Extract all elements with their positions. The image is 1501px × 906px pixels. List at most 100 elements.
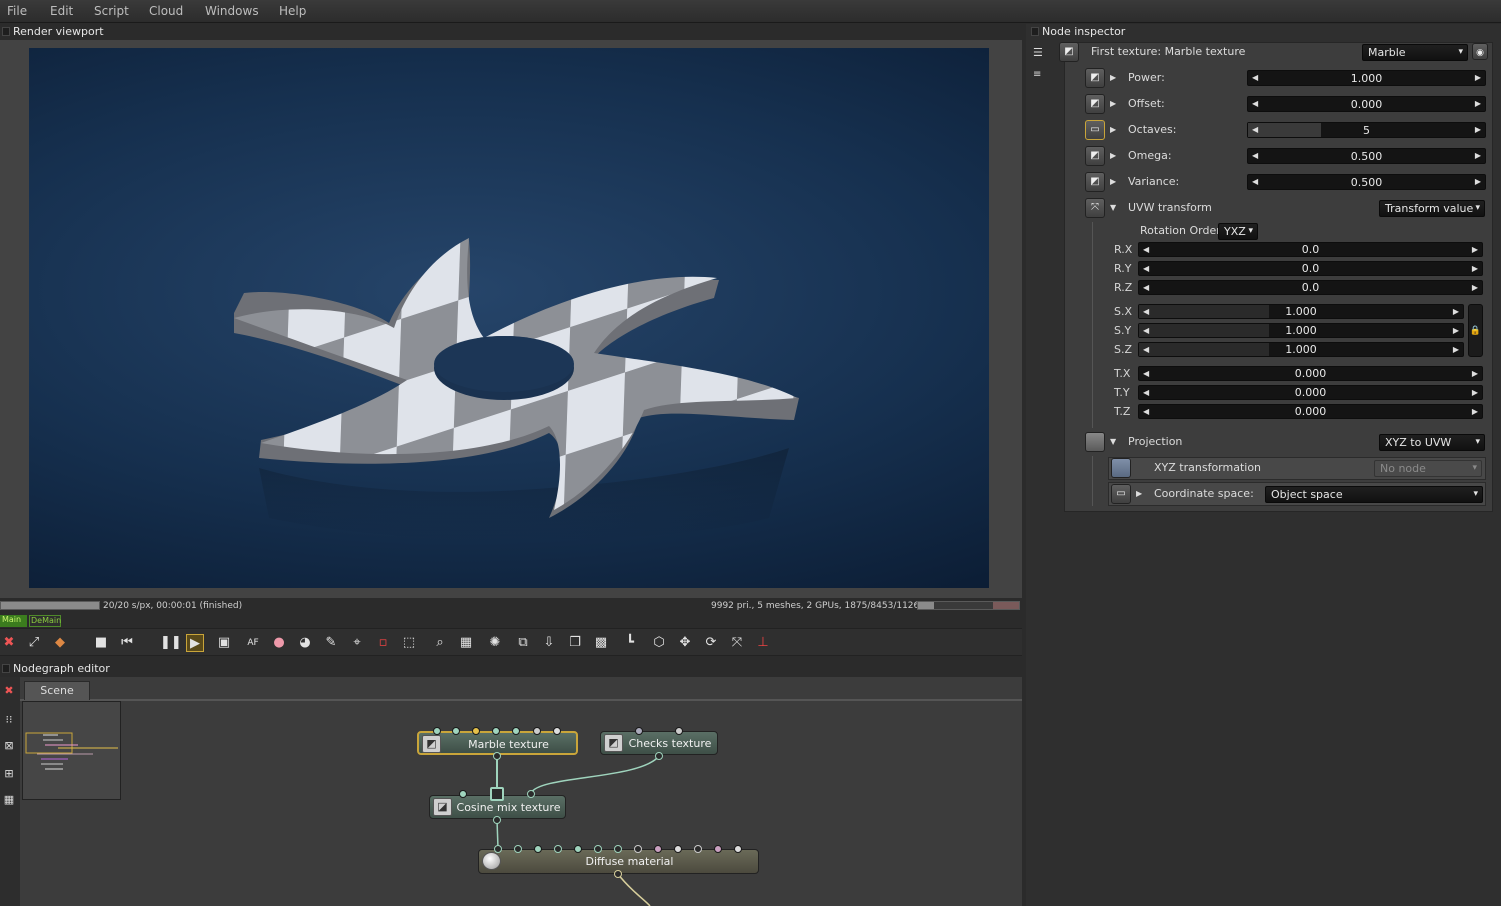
slider-value: 0.0 <box>1301 243 1320 256</box>
sx-label: S.X <box>1114 305 1133 318</box>
increment-icon[interactable]: ▶ <box>1472 388 1478 397</box>
input-pin[interactable] <box>554 845 562 853</box>
increment-icon[interactable]: ▶ <box>1475 177 1481 186</box>
dropdown-value: Object space <box>1271 488 1343 501</box>
input-pin[interactable] <box>654 845 662 853</box>
param-int-icon[interactable]: ▭ <box>1085 120 1105 140</box>
increment-icon[interactable]: ▶ <box>1453 345 1459 354</box>
collapse-icon[interactable]: ▼ <box>1110 203 1116 212</box>
input-pin[interactable] <box>492 727 500 735</box>
tx-slider[interactable]: ◀ 0.000 ▶ <box>1138 366 1483 381</box>
param-texture-icon[interactable]: ◩ <box>1085 146 1105 166</box>
eye-icon[interactable]: ◉ <box>1472 43 1488 60</box>
xyz-transformation-dropdown[interactable]: No node ▾ <box>1374 460 1482 477</box>
increment-icon[interactable]: ▶ <box>1475 99 1481 108</box>
texture-icon[interactable]: ◩ <box>1059 42 1079 62</box>
uvw-transform-dropdown[interactable]: Transform value ▾ <box>1379 200 1485 217</box>
expand-icon[interactable]: ▶ <box>1110 73 1116 82</box>
input-pin[interactable] <box>635 727 643 735</box>
collapse-icon[interactable]: ▼ <box>1110 437 1116 446</box>
rz-slider[interactable]: ◀ 0.0 ▶ <box>1138 280 1483 295</box>
input-pin[interactable] <box>675 727 683 735</box>
rotation-order-dropdown[interactable]: YXZ ▾ <box>1218 223 1258 240</box>
expand-icon[interactable]: ▶ <box>1110 99 1116 108</box>
slider-value: 1.000 <box>1285 305 1317 318</box>
sy-label: S.Y <box>1114 324 1132 337</box>
octaves-slider[interactable]: ◀ 5 ▶ <box>1247 122 1486 138</box>
ty-label: T.Y <box>1114 386 1130 399</box>
dropdown-value: No node <box>1380 462 1426 475</box>
omega-slider[interactable]: ◀ 0.500 ▶ <box>1247 148 1486 164</box>
projection-icon[interactable] <box>1085 432 1105 452</box>
increment-icon[interactable]: ▶ <box>1453 326 1459 335</box>
input-pin[interactable] <box>512 727 520 735</box>
input-pin[interactable] <box>574 845 582 853</box>
input-pin[interactable] <box>674 845 682 853</box>
sz-slider[interactable]: ◀ 1.000 ▶ <box>1138 342 1464 357</box>
input-pin[interactable] <box>433 727 441 735</box>
increment-icon[interactable]: ▶ <box>1475 73 1481 82</box>
transform-icon[interactable]: ⤧ <box>1085 198 1105 218</box>
param-texture-icon[interactable]: ◩ <box>1085 172 1105 192</box>
output-pin[interactable] <box>655 752 663 760</box>
texture-type-dropdown[interactable]: Marble ▾ <box>1362 44 1468 61</box>
output-pin[interactable] <box>493 816 501 824</box>
group-divider <box>1092 222 1093 428</box>
list-icon[interactable]: ≡ <box>1033 69 1041 80</box>
offset-slider[interactable]: ◀ 0.000 ▶ <box>1247 96 1486 112</box>
expand-icon[interactable]: ▶ <box>1110 177 1116 186</box>
increment-icon[interactable]: ▶ <box>1472 369 1478 378</box>
param-variance-label: Variance: <box>1128 175 1180 188</box>
lock-icon[interactable]: 🔒 <box>1468 304 1483 357</box>
increment-icon[interactable]: ▶ <box>1472 283 1478 292</box>
input-pin[interactable] <box>452 727 460 735</box>
param-omega-label: Omega: <box>1128 149 1172 162</box>
input-pin[interactable] <box>553 727 561 735</box>
rx-slider[interactable]: ◀ 0.0 ▶ <box>1138 242 1483 257</box>
sy-slider[interactable]: ◀ 1.000 ▶ <box>1138 323 1464 338</box>
input-pin-selected[interactable] <box>490 787 504 801</box>
param-texture-icon[interactable]: ◩ <box>1085 94 1105 114</box>
input-pin[interactable] <box>634 845 642 853</box>
input-pin[interactable] <box>614 845 622 853</box>
transform-node-icon[interactable] <box>1111 458 1131 478</box>
increment-icon[interactable]: ▶ <box>1472 245 1478 254</box>
increment-icon[interactable]: ▶ <box>1475 125 1481 134</box>
param-texture-icon[interactable]: ◩ <box>1085 68 1105 88</box>
input-pin[interactable] <box>494 845 502 853</box>
input-pin[interactable] <box>714 845 722 853</box>
input-pin[interactable] <box>533 727 541 735</box>
expand-icon[interactable]: ▶ <box>1110 151 1116 160</box>
expand-icon[interactable]: ▶ <box>1110 125 1116 134</box>
chevron-down-icon: ▾ <box>1475 203 1480 213</box>
stack-icon[interactable]: ☰ <box>1033 46 1043 59</box>
input-pin[interactable] <box>472 727 480 735</box>
sx-slider[interactable]: ◀ 1.000 ▶ <box>1138 304 1464 319</box>
increment-icon[interactable]: ▶ <box>1472 264 1478 273</box>
increment-icon[interactable]: ▶ <box>1453 307 1459 316</box>
panel-toggle[interactable] <box>1031 27 1039 36</box>
input-pin[interactable] <box>459 790 467 798</box>
param-int-icon[interactable]: ▭ <box>1111 484 1131 504</box>
slider-value: 0.000 <box>1350 98 1383 111</box>
expand-icon[interactable]: ▶ <box>1136 489 1142 498</box>
output-pin[interactable] <box>614 870 622 878</box>
input-pin[interactable] <box>534 845 542 853</box>
tz-slider[interactable]: ◀ 0.000 ▶ <box>1138 404 1483 419</box>
input-pin[interactable] <box>514 845 522 853</box>
ty-slider[interactable]: ◀ 0.000 ▶ <box>1138 385 1483 400</box>
increment-icon[interactable]: ▶ <box>1472 407 1478 416</box>
input-pin[interactable] <box>734 845 742 853</box>
slider-value: 0.0 <box>1301 262 1320 275</box>
texture-icon: ◩ <box>422 735 441 753</box>
coordinate-space-dropdown[interactable]: Object space ▾ <box>1265 486 1483 503</box>
increment-icon[interactable]: ▶ <box>1475 151 1481 160</box>
ry-slider[interactable]: ◀ 0.0 ▶ <box>1138 261 1483 276</box>
variance-slider[interactable]: ◀ 0.500 ▶ <box>1247 174 1486 190</box>
input-pin[interactable] <box>594 845 602 853</box>
input-pin[interactable] <box>527 790 535 798</box>
power-slider[interactable]: ◀ 1.000 ▶ <box>1247 70 1486 86</box>
input-pin[interactable] <box>694 845 702 853</box>
output-pin[interactable] <box>493 752 501 760</box>
projection-dropdown[interactable]: XYZ to UVW ▾ <box>1379 434 1485 451</box>
